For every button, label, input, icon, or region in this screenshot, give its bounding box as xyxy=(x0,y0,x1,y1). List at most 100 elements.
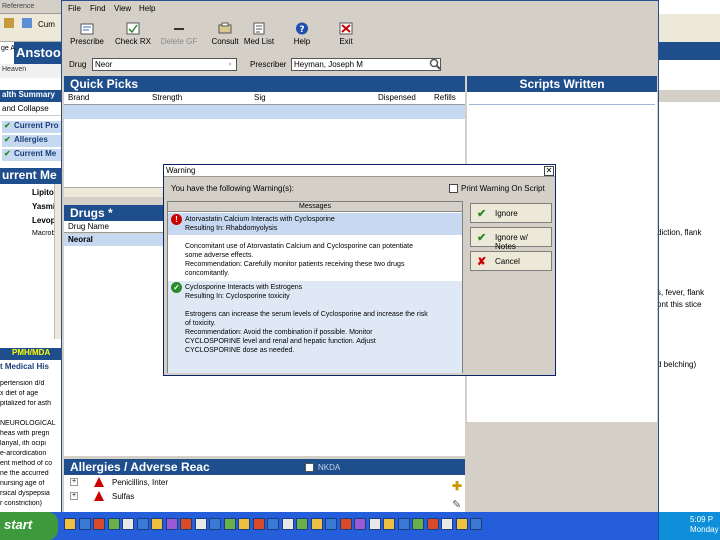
search-icon[interactable] xyxy=(429,58,441,70)
quick-launch-icon[interactable] xyxy=(368,518,381,530)
check-rx-button[interactable]: Check RX xyxy=(110,17,156,51)
expand-icon[interactable]: + xyxy=(70,478,78,486)
summary-row-allergies[interactable]: Allergies xyxy=(2,135,62,148)
quick-launch-icon[interactable] xyxy=(252,518,265,530)
column-sig[interactable]: Sig xyxy=(254,93,266,102)
quick-launch-icon[interactable] xyxy=(209,518,221,530)
quick-launch-icon[interactable] xyxy=(267,518,279,530)
column-dispensed[interactable]: Dispensed xyxy=(378,93,416,102)
quick-launch-icon[interactable] xyxy=(64,518,76,530)
quick-launch-icon[interactable] xyxy=(165,518,178,530)
warning-text-line: some adverse effects. xyxy=(185,252,254,259)
quick-launch-icon[interactable] xyxy=(310,518,323,530)
pmh-line: x diet of age xyxy=(0,390,39,397)
med-list-button[interactable]: Med List xyxy=(236,17,282,51)
messages-column-header[interactable]: Messages xyxy=(168,202,462,212)
quick-launch-icon[interactable] xyxy=(354,518,366,530)
quick-launch-icon[interactable] xyxy=(325,518,337,530)
help-label: Help xyxy=(293,37,311,46)
med-list-icon xyxy=(252,22,266,35)
menu-file[interactable]: File xyxy=(68,3,81,15)
prescribe-icon xyxy=(80,22,94,35)
start-button[interactable]: start xyxy=(0,512,58,540)
patient-gender-age: ge A xyxy=(0,42,15,64)
quick-launch-icon[interactable] xyxy=(223,518,236,530)
column-drug-name[interactable]: Drug Name xyxy=(68,222,109,231)
menu-view[interactable]: View xyxy=(114,3,131,15)
quick-launch-icon[interactable] xyxy=(441,518,453,530)
close-icon[interactable]: ✕ xyxy=(544,166,554,176)
ignore-button[interactable]: ✔ Ignore xyxy=(470,203,552,223)
warning-icon xyxy=(94,491,104,501)
summary-row-current-problems[interactable]: Current Pro xyxy=(2,121,62,134)
warning-text-line: Resulting In: Rhabdomyolysis xyxy=(185,225,278,232)
print-warning-checkbox[interactable] xyxy=(449,184,458,193)
quick-picks-header: Quick Picks xyxy=(64,76,465,92)
clock-day: Monday xyxy=(690,525,719,534)
allergies-list[interactable]: + Penicillins, Inter + Sulfas xyxy=(64,475,465,513)
quick-launch-icon[interactable] xyxy=(180,518,192,530)
expand-icon[interactable]: + xyxy=(70,492,78,500)
quick-launch-icon[interactable] xyxy=(151,518,163,530)
quick-launch-icon[interactable] xyxy=(281,518,294,530)
column-strength[interactable]: Strength xyxy=(152,93,182,102)
column-refills[interactable]: Refills xyxy=(434,93,456,102)
menu-find[interactable]: Find xyxy=(90,3,106,15)
quick-launch-icon[interactable] xyxy=(383,518,395,530)
prescriber-input[interactable]: Heyman, Joseph M xyxy=(291,58,441,71)
quick-launch-icon[interactable] xyxy=(296,518,308,530)
warning-entry-moderate[interactable]: ✓ Cyclosporine Interacts with Estrogens R… xyxy=(168,281,462,373)
delete-button[interactable]: Delete GF xyxy=(156,17,202,51)
warning-text-line: Atorvastatin Calcium Interacts with Cycl… xyxy=(185,216,335,223)
pmh-line: pertension d/d xyxy=(0,380,45,387)
quick-launch-icon[interactable] xyxy=(470,518,482,530)
cancel-button[interactable]: ✘ Cancel xyxy=(470,251,552,271)
scripts-written-divider xyxy=(469,104,655,105)
allergy-item[interactable]: + Penicillins, Inter xyxy=(70,477,270,489)
clock[interactable]: 5:09 P Monday xyxy=(690,515,718,535)
quick-launch-icon[interactable] xyxy=(78,518,91,530)
cross-icon: ✘ xyxy=(477,256,487,268)
quick-launch-icon[interactable] xyxy=(122,518,134,530)
ignore-with-notes-button[interactable]: ✔ Ignore w/ Notes xyxy=(470,227,552,251)
quick-launch-icon[interactable] xyxy=(136,518,149,530)
edit-allergy-icon[interactable]: ✎ xyxy=(452,498,461,511)
allergy-item[interactable]: + Sulfas xyxy=(70,491,270,503)
quick-picks-selected-row[interactable] xyxy=(64,105,465,119)
drug-input[interactable]: Neor xyxy=(92,58,237,71)
warning-messages-list[interactable]: Messages ! Atorvastatin Calcium Interact… xyxy=(167,201,463,373)
quick-launch-icon[interactable] xyxy=(397,518,410,530)
help-button[interactable]: ? Help xyxy=(279,17,325,51)
svg-text:?: ? xyxy=(299,25,304,35)
edit-icon[interactable] xyxy=(22,18,32,28)
health-summary-header: alth Summary xyxy=(0,90,62,102)
add-allergy-icon[interactable]: ✚ xyxy=(452,479,462,493)
nkda-checkbox[interactable] xyxy=(305,463,314,472)
quick-launch-icon[interactable] xyxy=(93,518,105,530)
pmh-line: r constriction) xyxy=(0,500,43,507)
consult-icon xyxy=(218,22,232,35)
pmh-line: pitalized for asth xyxy=(0,400,51,407)
quick-launch-icon[interactable] xyxy=(455,518,468,530)
quick-launch-icon[interactable] xyxy=(339,518,352,530)
exit-button[interactable]: Exit xyxy=(323,17,369,51)
check-rx-label: Check RX xyxy=(114,37,151,46)
quick-launch-icon[interactable] xyxy=(412,518,424,530)
column-brand[interactable]: Brand xyxy=(68,93,89,102)
background-toolbar-label: Cum xyxy=(38,20,55,29)
warning-entry-severe[interactable]: ! Atorvastatin Calcium Interacts with Cy… xyxy=(168,213,462,281)
print-icon[interactable] xyxy=(4,18,14,28)
quick-launch-icon[interactable] xyxy=(426,518,439,530)
menu-help[interactable]: Help xyxy=(139,3,155,15)
print-warning-label[interactable]: Print Warning On Script xyxy=(461,184,545,193)
dialog-message: You have the following Warning(s): xyxy=(171,184,295,193)
expand-collapse-links[interactable]: and Collapse xyxy=(0,104,62,116)
drug-lookup-button[interactable]: › xyxy=(224,59,236,70)
quick-launch-icon[interactable] xyxy=(238,518,250,530)
quick-picks-columns: Brand Strength Sig Dispensed Refills xyxy=(64,92,465,105)
quick-launch-icon[interactable] xyxy=(107,518,120,530)
summary-row-current-meds[interactable]: Current Me xyxy=(2,149,62,162)
prescribe-button[interactable]: Prescribe xyxy=(64,17,110,51)
quick-launch-icon[interactable] xyxy=(194,518,207,530)
warning-text-line: Estrogens can increase the serum levels … xyxy=(185,311,428,318)
